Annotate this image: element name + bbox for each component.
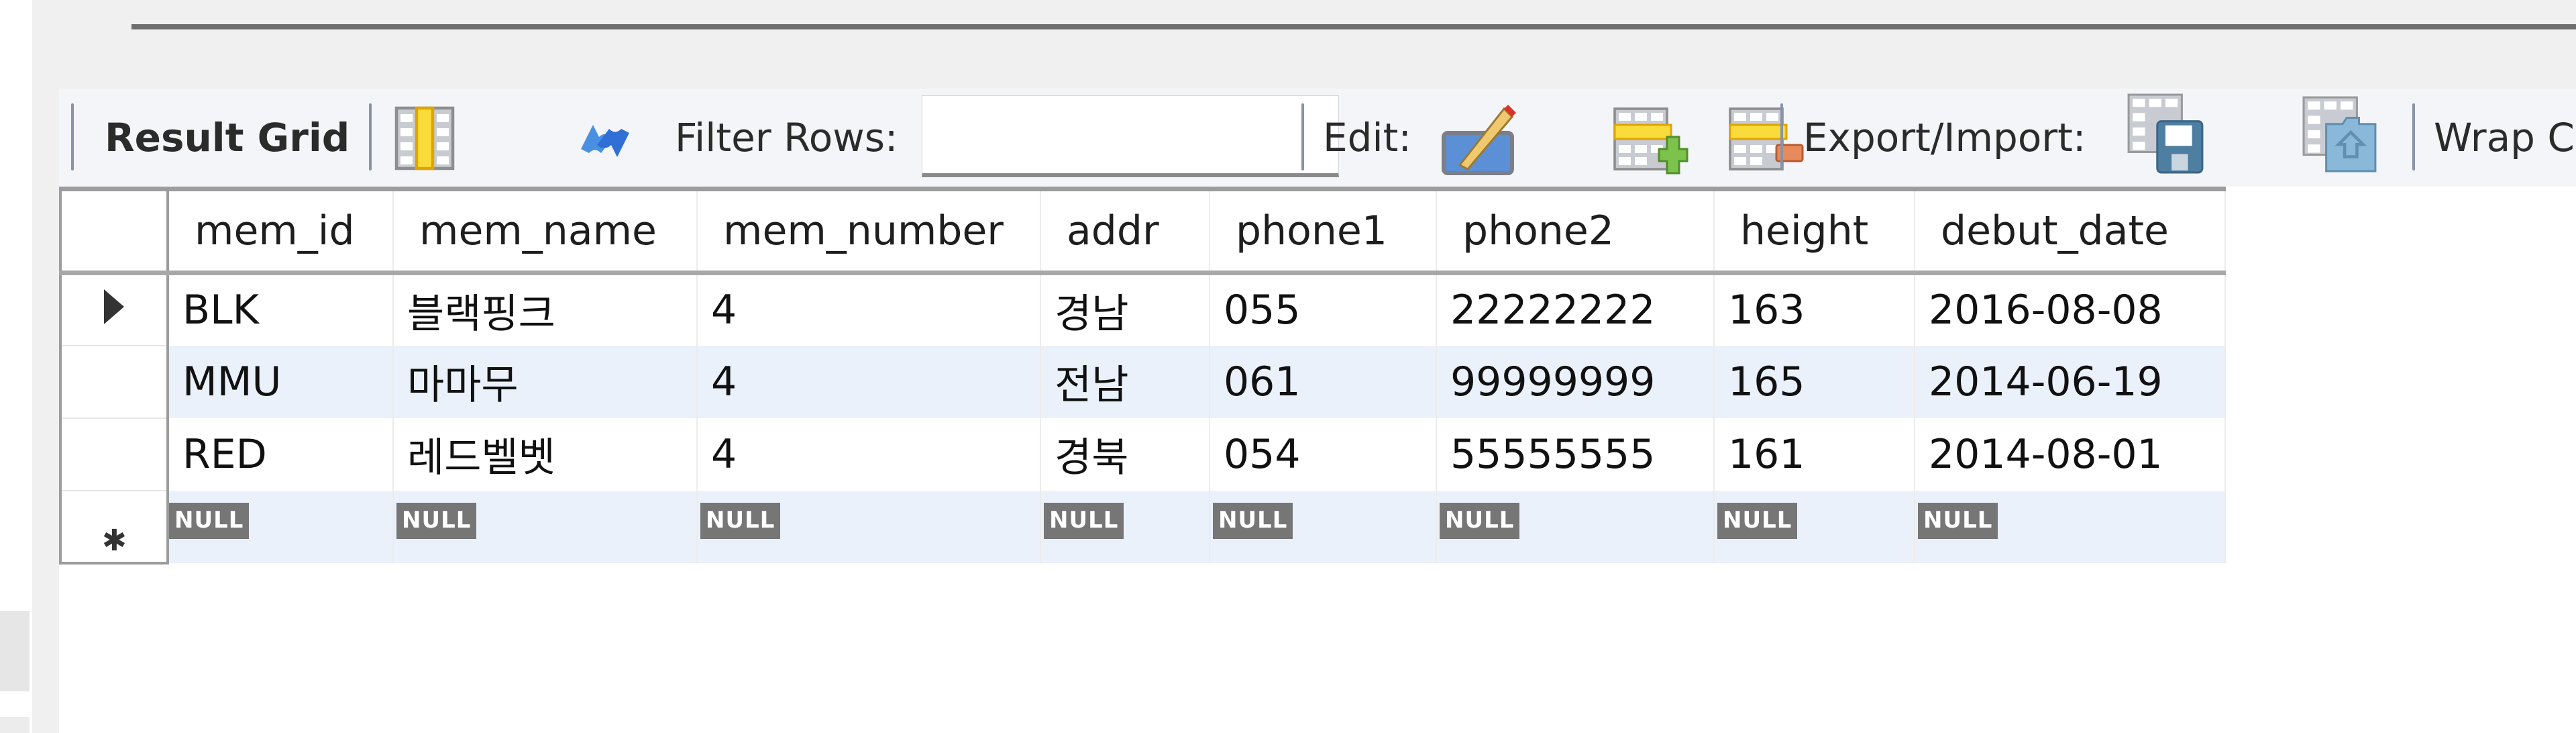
null-badge: NULL xyxy=(169,502,250,539)
result-toolbar: Result Grid Filter Rows: Edit: Export/Im… xyxy=(59,89,2576,187)
row-header-corner[interactable] xyxy=(60,189,169,275)
refresh-icon[interactable] xyxy=(570,109,640,173)
left-edge-strip xyxy=(0,0,32,733)
left-edge-block xyxy=(0,611,30,691)
edit-label-wrap: Edit: xyxy=(1323,89,1411,187)
null-badge: NULL xyxy=(396,502,477,539)
table-cell[interactable]: 4 xyxy=(697,273,1041,346)
delete-row-icon[interactable] xyxy=(1728,105,1805,177)
table-cell[interactable]: 블랙핑크 xyxy=(393,273,698,346)
table-cell[interactable]: 2016-08-08 xyxy=(1915,273,2226,346)
column-header[interactable]: phone2 xyxy=(1436,189,1715,275)
filter-rows-label: Filter Rows: xyxy=(675,115,898,160)
table-cell[interactable]: 22222222 xyxy=(1436,273,1715,346)
table-cell[interactable]: 마마무 xyxy=(393,345,698,418)
table-cell[interactable]: 054 xyxy=(1210,418,1437,491)
null-badge: NULL xyxy=(1717,502,1798,539)
filter-rows-label-wrap: Filter Rows: xyxy=(675,89,898,187)
toolbar-separator xyxy=(71,103,74,170)
table-cell[interactable]: 경북 xyxy=(1040,418,1210,491)
table-cell[interactable]: 전남 xyxy=(1040,345,1210,418)
column-header[interactable]: mem_id xyxy=(168,189,394,275)
table-cell[interactable]: 99999999 xyxy=(1436,345,1715,418)
table-cell[interactable]: 4 xyxy=(697,345,1041,418)
null-badge: NULL xyxy=(1044,502,1124,539)
wrap-cell-label: Wrap Cell xyxy=(2434,115,2576,160)
current-row-indicator-icon xyxy=(104,289,124,325)
table-cell[interactable]: NULL xyxy=(1714,490,1915,563)
toolbar-separator xyxy=(369,103,372,170)
table-cell[interactable]: MMU xyxy=(168,345,394,418)
table-cell[interactable]: NULL xyxy=(1436,490,1715,563)
table-cell[interactable]: 2014-08-01 xyxy=(1915,418,2226,491)
table-cell[interactable]: 경남 xyxy=(1040,273,1210,346)
result-grid-button[interactable]: Result Grid xyxy=(105,89,350,187)
null-badge: NULL xyxy=(1918,502,1998,539)
left-edge-block xyxy=(0,717,30,733)
grid-header-row: mem_id mem_name mem_number addr phone1 p… xyxy=(60,189,2226,275)
edit-label: Edit: xyxy=(1323,115,1411,160)
table-cell[interactable]: NULL xyxy=(393,490,698,563)
row-header[interactable] xyxy=(60,418,169,491)
wrap-cell-toggle[interactable]: Wrap Cell xyxy=(2434,89,2576,187)
table-cell[interactable]: NULL xyxy=(168,490,394,563)
toolbar-separator xyxy=(2412,103,2415,170)
null-badge: NULL xyxy=(700,502,781,539)
filter-rows-input[interactable] xyxy=(922,95,1339,177)
table-cell[interactable]: NULL xyxy=(697,490,1041,563)
null-badge: NULL xyxy=(1213,502,1293,539)
table-cell[interactable]: BLK xyxy=(168,273,394,346)
table-row[interactable]: MMU 마마무 4 전남 061 99999999 165 2014-06-19 xyxy=(60,345,2226,419)
table-cell[interactable]: 055 xyxy=(1210,273,1437,346)
export-import-label: Export/Import: xyxy=(1803,115,2086,160)
table-row[interactable]: BLK 블랙핑크 4 경남 055 22222222 163 2016-08-0… xyxy=(60,273,2226,346)
column-header[interactable]: mem_number xyxy=(697,189,1041,275)
table-cell[interactable]: 165 xyxy=(1714,345,1915,418)
new-row-asterisk-icon: ✱ xyxy=(102,523,127,558)
column-header[interactable]: phone1 xyxy=(1210,189,1437,275)
table-cell[interactable]: 161 xyxy=(1714,418,1915,491)
export-save-icon[interactable] xyxy=(2125,93,2206,175)
table-cell[interactable]: NULL xyxy=(1915,490,2226,563)
edit-pencil-icon[interactable] xyxy=(1440,101,1520,177)
table-cell[interactable]: NULL xyxy=(1210,490,1437,563)
splitter-bar[interactable] xyxy=(131,24,2576,30)
table-cell[interactable]: 4 xyxy=(697,418,1041,491)
null-badge: NULL xyxy=(1440,502,1520,539)
row-header[interactable] xyxy=(60,273,169,346)
column-header[interactable]: addr xyxy=(1040,189,1210,275)
column-header[interactable]: debut_date xyxy=(1915,189,2226,275)
row-header[interactable] xyxy=(60,345,169,419)
table-row[interactable]: RED 레드벨벳 4 경북 054 55555555 161 2014-08-0… xyxy=(60,418,2226,491)
table-cell[interactable]: NULL xyxy=(1040,490,1210,563)
column-header[interactable]: height xyxy=(1714,189,1915,275)
toolbar-separator xyxy=(1301,103,1304,170)
column-grid-icon[interactable] xyxy=(394,106,455,170)
table-cell[interactable]: 2014-06-19 xyxy=(1915,345,2226,418)
new-row[interactable]: ✱ NULL NULL NULL NULL NULL NULL NULL NUL… xyxy=(60,490,2226,565)
insert-row-icon[interactable] xyxy=(1613,105,1689,177)
column-header[interactable]: mem_name xyxy=(393,189,698,275)
export-import-label-wrap: Export/Import: xyxy=(1803,89,2086,187)
result-grid-label: Result Grid xyxy=(105,115,350,160)
table-cell[interactable]: 061 xyxy=(1210,345,1437,418)
table-cell[interactable]: 163 xyxy=(1714,273,1915,346)
table-cell[interactable]: 레드벨벳 xyxy=(393,418,698,491)
toolbar-separator xyxy=(1780,103,1783,170)
table-cell[interactable]: 55555555 xyxy=(1436,418,1715,491)
result-grid: mem_id mem_name mem_number addr phone1 p… xyxy=(59,187,2226,565)
import-folder-icon[interactable] xyxy=(2301,95,2380,173)
row-header[interactable]: ✱ xyxy=(60,490,169,565)
table-cell[interactable]: RED xyxy=(168,418,394,491)
